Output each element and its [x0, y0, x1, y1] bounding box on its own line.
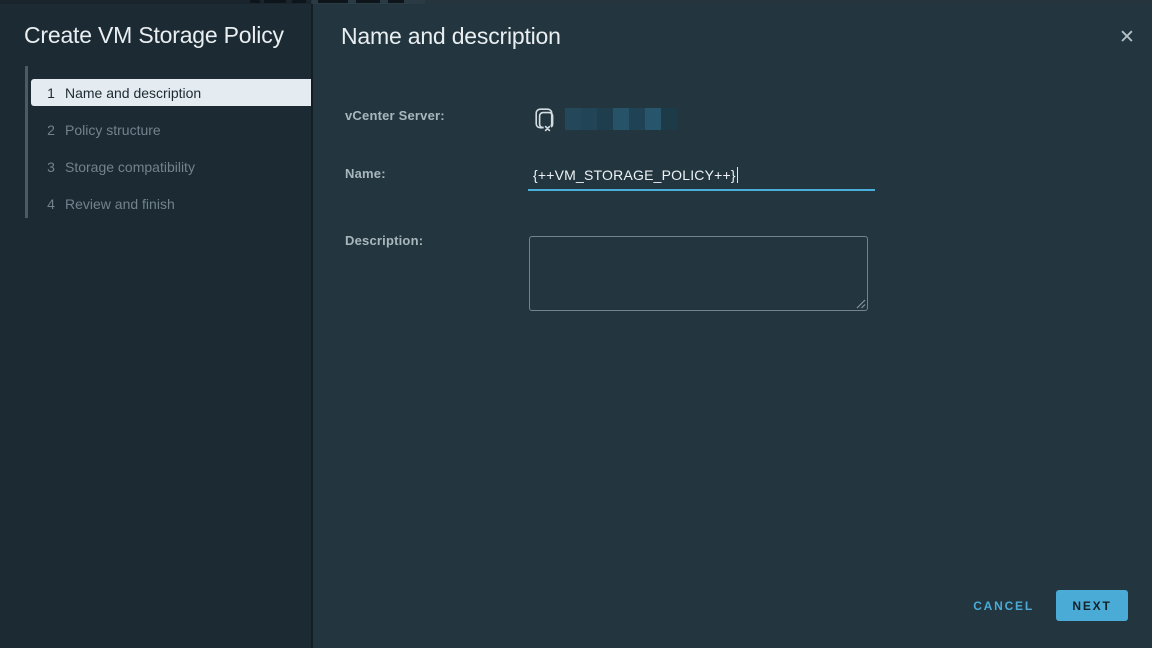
page-title: Name and description — [341, 23, 561, 50]
vcenter-server-label: vCenter Server: — [345, 108, 445, 123]
vcenter-server-icon — [535, 108, 557, 138]
background-text-fragment — [388, 0, 404, 3]
close-icon[interactable]: ✕ — [1114, 24, 1140, 50]
description-field-wrap — [529, 236, 868, 311]
wizard-footer: CANCEL NEXT — [971, 590, 1128, 621]
step-label: Policy structure — [65, 122, 161, 138]
background-text-fragment — [356, 0, 380, 3]
steps-rail — [25, 66, 28, 218]
text-caret — [737, 167, 738, 183]
description-label: Description: — [345, 233, 423, 248]
step-number: 3 — [44, 159, 58, 175]
wizard-sidebar: Create VM Storage Policy 1 Name and desc… — [0, 4, 311, 648]
sidebar-step-policy-structure[interactable]: 2 Policy structure — [31, 116, 311, 143]
background-text-fragment — [292, 0, 306, 3]
name-input[interactable]: {++VM_STORAGE_POLICY++} — [528, 162, 875, 191]
step-number: 2 — [44, 122, 58, 138]
next-button[interactable]: NEXT — [1056, 590, 1128, 621]
step-label: Name and description — [65, 85, 201, 101]
step-label: Storage compatibility — [65, 159, 195, 175]
step-number: 4 — [44, 196, 58, 212]
cancel-button[interactable]: CANCEL — [971, 591, 1036, 621]
background-text-fragment — [264, 0, 286, 3]
wizard-modal: Create VM Storage Policy 1 Name and desc… — [0, 4, 1152, 648]
sidebar-step-review-and-finish[interactable]: 4 Review and finish — [31, 190, 311, 217]
create-vm-storage-policy-dialog: Create VM Storage Policy 1 Name and desc… — [0, 0, 1152, 648]
step-label: Review and finish — [65, 196, 175, 212]
name-input-value: {++VM_STORAGE_POLICY++} — [533, 167, 736, 183]
description-textarea[interactable] — [529, 236, 868, 311]
vcenter-server-value-redacted — [565, 108, 677, 130]
sidebar-step-name-and-description[interactable]: 1 Name and description — [31, 79, 311, 106]
sidebar-step-storage-compatibility[interactable]: 3 Storage compatibility — [31, 153, 311, 180]
step-number: 1 — [44, 85, 58, 101]
name-label: Name: — [345, 166, 386, 181]
background-text-fragment — [318, 0, 348, 3]
background-text-fragment — [250, 0, 260, 3]
dialog-title: Create VM Storage Policy — [24, 22, 284, 49]
wizard-content-panel: Name and description ✕ vCenter Server: N… — [311, 4, 1152, 648]
